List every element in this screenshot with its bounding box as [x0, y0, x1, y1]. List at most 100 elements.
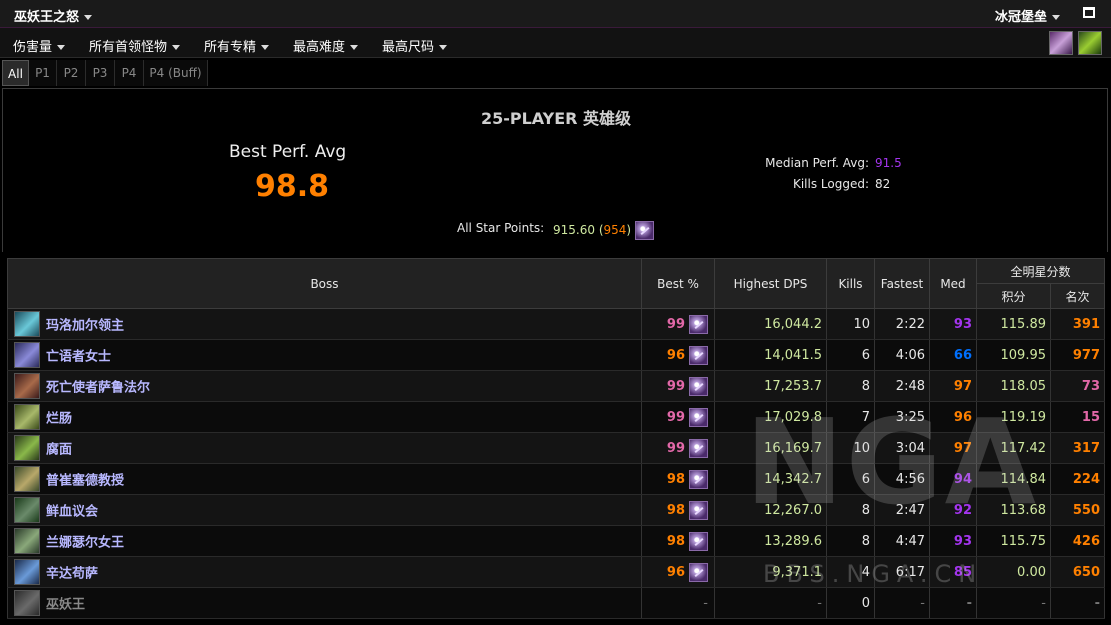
highest-dps[interactable]: 12,267.0 [714, 494, 827, 526]
spec-gem-icon[interactable] [689, 376, 708, 396]
table-row[interactable]: 烂肠 99 17,029.8 7 3:25 96 119.19 15 [7, 401, 1106, 433]
tab-p3[interactable]: P3 [86, 60, 115, 86]
filter-size[interactable]: 最高尺码 [382, 36, 448, 55]
table-row[interactable]: 腐面 99 16,169.7 10 3:04 97 117.42 317 [7, 432, 1106, 464]
spec-gem-icon[interactable] [689, 438, 708, 458]
fastest[interactable]: 2:22 [874, 308, 930, 340]
tab-p2[interactable]: P2 [57, 60, 86, 86]
allstar-rank: 650 [1049, 556, 1106, 588]
kills: 0 [826, 587, 875, 619]
boss-name[interactable]: 巫妖王 [46, 598, 85, 613]
boss-name[interactable]: 烂肠 [46, 412, 72, 427]
fastest[interactable]: 3:25 [874, 401, 930, 433]
boss-cell[interactable]: 巫妖王 [7, 587, 642, 619]
spec-gem-icon[interactable] [689, 345, 708, 365]
filter-spec[interactable]: 所有专精 [204, 36, 270, 55]
spec-gem-icon[interactable] [689, 500, 708, 520]
table-row[interactable]: 巫妖王 - -0- - - - [7, 587, 1106, 619]
boss-cell[interactable]: 亡语者女士 [7, 339, 642, 371]
col-med[interactable]: Med [929, 258, 977, 309]
tab-p4-buff[interactable]: P4 (Buff) [144, 60, 208, 86]
boss-cell[interactable]: 玛洛加尔领主 [7, 308, 642, 340]
boss-cell[interactable]: 普崔塞德教授 [7, 463, 642, 495]
fastest[interactable]: 4:47 [874, 525, 930, 557]
spec-gem-icon[interactable] [689, 407, 708, 427]
class-spec-icon[interactable] [1049, 31, 1073, 55]
boss-name[interactable]: 鲜血议会 [46, 505, 98, 520]
highest-dps[interactable]: 17,029.8 [714, 401, 827, 433]
col-dps[interactable]: Highest DPS [714, 258, 827, 309]
filter-difficulty[interactable]: 最高难度 [293, 36, 359, 55]
key-icon[interactable] [1078, 31, 1102, 55]
col-boss[interactable]: Boss [7, 258, 642, 309]
boss-name[interactable]: 玛洛加尔领主 [46, 319, 124, 334]
fastest[interactable]: 4:56 [874, 463, 930, 495]
spec-gem-icon[interactable] [689, 562, 708, 582]
boss-name[interactable]: 辛达苟萨 [46, 567, 98, 582]
boss-name[interactable]: 死亡使者萨鲁法尔 [46, 381, 150, 396]
table-row[interactable]: 亡语者女士 96 14,041.5 6 4:06 66 109.95 977 [7, 339, 1106, 371]
fastest[interactable]: 3:04 [874, 432, 930, 464]
zone-dropdown[interactable]: 巫妖王之怒 [14, 6, 93, 25]
table-row[interactable]: 鲜血议会 98 12,267.0 8 2:47 92 113.68 550 [7, 494, 1106, 526]
tab-p4[interactable]: P4 [115, 60, 144, 86]
boss-cell[interactable]: 兰娜瑟尔女王 [7, 525, 642, 557]
col-points[interactable]: 积分 [976, 283, 1051, 309]
spec-gem-icon[interactable] [689, 531, 708, 551]
boss-name[interactable]: 腐面 [46, 443, 72, 458]
col-best[interactable]: Best % [641, 258, 715, 309]
boss-name[interactable]: 兰娜瑟尔女王 [46, 536, 124, 551]
col-fastest[interactable]: Fastest [874, 258, 930, 309]
filter-boss-label: 所有首领怪物 [89, 40, 168, 55]
tab-all[interactable]: All [2, 60, 29, 86]
boss-portrait-icon [14, 435, 40, 461]
fastest[interactable]: 4:06 [874, 339, 930, 371]
filter-size-label: 最高尺码 [382, 40, 435, 55]
fastest[interactable]: 6:17 [874, 556, 930, 588]
highest-dps[interactable]: 14,342.7 [714, 463, 827, 495]
highest-dps[interactable]: 16,044.2 [714, 308, 827, 340]
col-kills[interactable]: Kills [826, 258, 875, 309]
table-row[interactable]: 兰娜瑟尔女王 98 13,289.6 8 4:47 93 115.75 426 [7, 525, 1106, 557]
table-row[interactable]: 辛达苟萨 96 9,371.1 4 6:17 85 0.00 650 [7, 556, 1106, 588]
filter-boss[interactable]: 所有首领怪物 [89, 36, 181, 55]
highest-dps[interactable]: 17,253.7 [714, 370, 827, 402]
spec-gem-icon[interactable] [689, 314, 708, 334]
best-percent-cell: 99 [641, 432, 715, 464]
all-star-value: 915.60 (954) [553, 221, 654, 240]
fastest[interactable]: - [874, 587, 930, 619]
filter-metric-label: 伤害量 [13, 40, 53, 55]
table-row[interactable]: 玛洛加尔领主 99 16,044.2 10 2:22 93 115.89 391 [7, 308, 1106, 340]
boss-cell[interactable]: 烂肠 [7, 401, 642, 433]
allstar-rank: 73 [1049, 370, 1106, 402]
boss-name[interactable]: 普崔塞德教授 [46, 474, 124, 489]
highest-dps[interactable]: 9,371.1 [714, 556, 827, 588]
fastest[interactable]: 2:47 [874, 494, 930, 526]
kills: 8 [826, 370, 875, 402]
highest-dps[interactable]: 14,041.5 [714, 339, 827, 371]
maximize-icon[interactable] [1083, 7, 1095, 18]
kills: 4 [826, 556, 875, 588]
boss-cell[interactable]: 腐面 [7, 432, 642, 464]
boss-portrait-icon [14, 559, 40, 585]
boss-name[interactable]: 亡语者女士 [46, 350, 111, 365]
allstar-points: 0.00 [976, 556, 1051, 588]
highest-dps[interactable]: 16,169.7 [714, 432, 827, 464]
median: - [929, 587, 977, 619]
filter-metric[interactable]: 伤害量 [13, 36, 66, 55]
tab-p1[interactable]: P1 [29, 60, 57, 86]
kills: 10 [826, 308, 875, 340]
table-row[interactable]: 普崔塞德教授 98 14,342.7 6 4:56 94 114.84 224 [7, 463, 1106, 495]
fastest[interactable]: 2:48 [874, 370, 930, 402]
kills: 8 [826, 525, 875, 557]
highest-dps[interactable]: 13,289.6 [714, 525, 827, 557]
raid-dropdown[interactable]: 冰冠堡垒 [995, 6, 1061, 25]
spec-gem-icon[interactable] [689, 469, 708, 489]
boss-cell[interactable]: 死亡使者萨鲁法尔 [7, 370, 642, 402]
boss-cell[interactable]: 辛达苟萨 [7, 556, 642, 588]
boss-cell[interactable]: 鲜血议会 [7, 494, 642, 526]
highest-dps[interactable]: - [714, 587, 827, 619]
col-rank[interactable]: 名次 [1049, 283, 1106, 309]
filter-spec-label: 所有专精 [204, 40, 257, 55]
table-row[interactable]: 死亡使者萨鲁法尔 99 17,253.7 8 2:48 97 118.05 73 [7, 370, 1106, 402]
